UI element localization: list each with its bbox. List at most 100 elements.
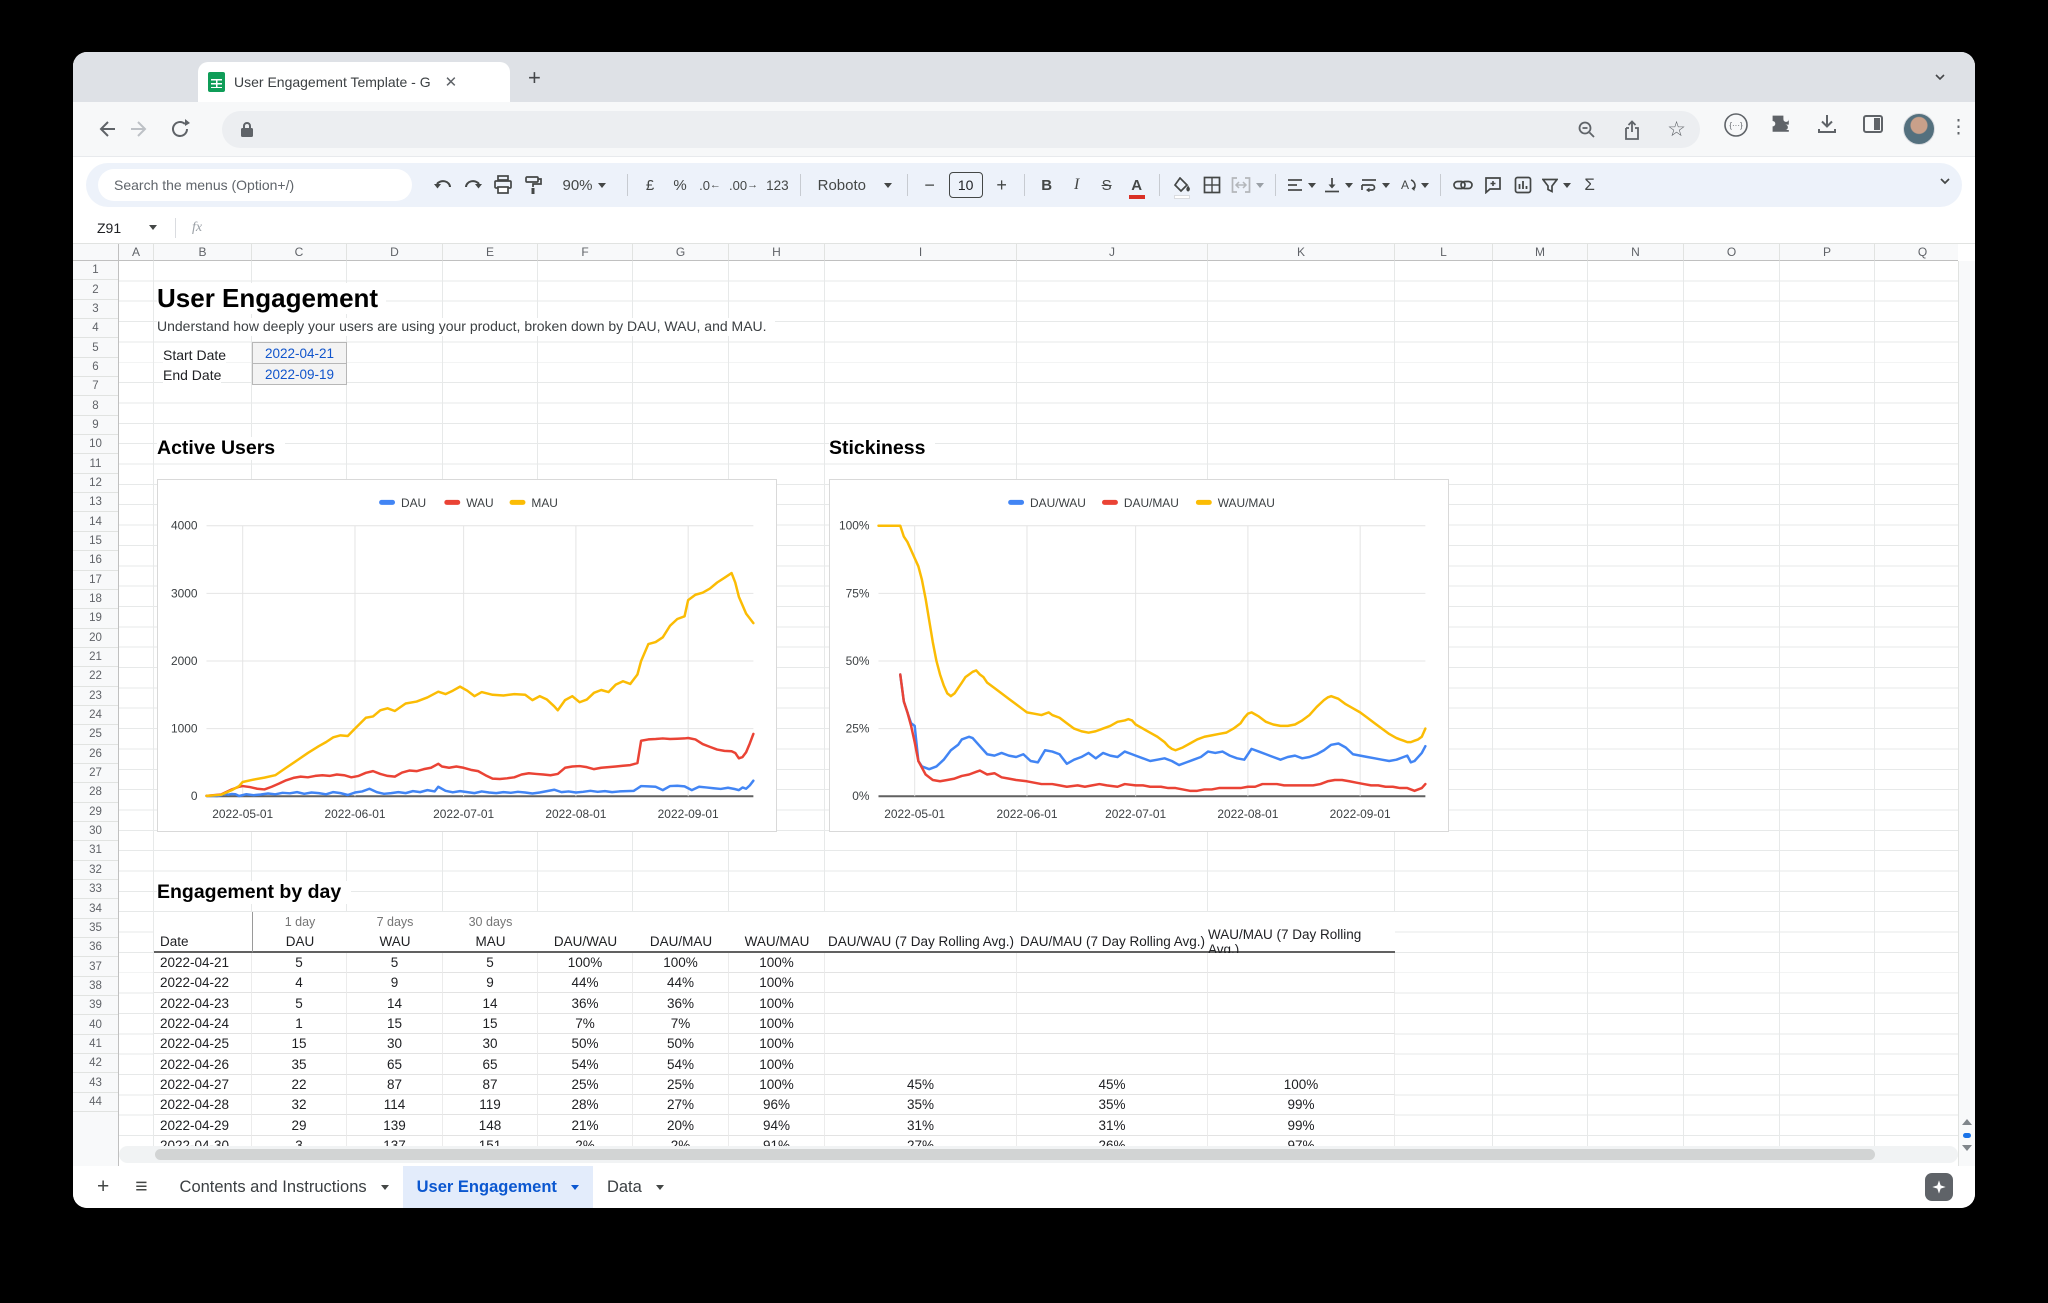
table-cell[interactable]: 65	[347, 1054, 443, 1074]
column-header[interactable]: L	[1395, 244, 1493, 261]
table-cell[interactable]: 100%	[1208, 1075, 1395, 1095]
table-cell[interactable]: 139	[347, 1115, 443, 1135]
column-header[interactable]: I	[825, 244, 1017, 261]
table-cell[interactable]: 15	[252, 1034, 347, 1054]
table-cell[interactable]: 5	[347, 953, 443, 973]
functions-button[interactable]: Σ	[1575, 169, 1605, 201]
sheet-tab-data[interactable]: Data	[593, 1166, 678, 1208]
table-cell[interactable]: 87	[443, 1075, 538, 1095]
row-header[interactable]: 29	[73, 803, 118, 822]
table-cell[interactable]	[1017, 973, 1208, 993]
row-header[interactable]: 26	[73, 745, 118, 764]
table-cell[interactable]	[1017, 1014, 1208, 1034]
row-header[interactable]: 44	[73, 1093, 118, 1112]
row-header[interactable]: 2	[73, 280, 118, 299]
table-cell[interactable]: 2022-04-28	[154, 1095, 252, 1115]
new-tab-button[interactable]: +	[528, 68, 541, 88]
column-header[interactable]: M	[1493, 244, 1588, 261]
row-header[interactable]: 40	[73, 1015, 118, 1034]
borders-button[interactable]	[1197, 169, 1227, 201]
toolbar-collapse-chevron-icon[interactable]	[1937, 173, 1953, 189]
row-header[interactable]: 12	[73, 474, 118, 493]
row-header[interactable]: 10	[73, 435, 118, 454]
row-header[interactable]: 8	[73, 396, 118, 415]
row-header[interactable]: 4	[73, 319, 118, 338]
extensions-puzzle-icon[interactable]	[1769, 112, 1793, 136]
formula-input[interactable]	[202, 212, 1975, 243]
devtools-code-icon[interactable]: {···}	[1723, 112, 1749, 138]
table-cell[interactable]	[825, 993, 1017, 1013]
horizontal-align-button[interactable]	[1283, 169, 1320, 201]
row-header[interactable]: 33	[73, 880, 118, 899]
table-cell[interactable]	[1208, 953, 1395, 973]
font-size-input[interactable]: 10	[945, 169, 987, 201]
download-icon[interactable]	[1815, 112, 1839, 136]
table-cell[interactable]: 100%	[633, 953, 729, 973]
table-cell[interactable]: 32	[252, 1095, 347, 1115]
row-header[interactable]: 27	[73, 764, 118, 783]
table-header-cell[interactable]: 30 days	[443, 912, 538, 932]
column-header[interactable]: C	[252, 244, 347, 261]
row-header[interactable]: 31	[73, 841, 118, 860]
table-cell[interactable]: 100%	[729, 973, 825, 993]
column-header[interactable]: G	[633, 244, 729, 261]
table-cell[interactable]: 25%	[633, 1075, 729, 1095]
table-cell[interactable]	[1017, 1034, 1208, 1054]
table-cell[interactable]: 2022-04-26	[154, 1054, 252, 1074]
table-header-cell[interactable]	[825, 912, 1017, 932]
table-header-cell[interactable]: WAU/MAU	[729, 932, 825, 952]
active-users-chart[interactable]: 010002000300040002022-05-012022-06-01202…	[157, 479, 777, 832]
table-cell[interactable]: 45%	[1017, 1075, 1208, 1095]
table-header-cell[interactable]: 1 day	[252, 912, 347, 932]
row-header[interactable]: 43	[73, 1073, 118, 1092]
increase-decimals-button[interactable]: .00→	[725, 169, 762, 201]
table-header-cell[interactable]: Date	[154, 932, 252, 952]
back-icon[interactable]	[95, 118, 117, 140]
row-header[interactable]: 32	[73, 861, 118, 880]
select-all-corner[interactable]	[73, 244, 119, 261]
text-rotation-button[interactable]: A	[1394, 169, 1433, 201]
row-header[interactable]: 6	[73, 358, 118, 377]
table-header-cell[interactable]: DAU/MAU	[633, 932, 729, 952]
table-header-cell[interactable]	[633, 912, 729, 932]
table-cell[interactable]	[1208, 1054, 1395, 1074]
table-cell[interactable]: 15	[347, 1014, 443, 1034]
table-cell[interactable]	[1208, 993, 1395, 1013]
table-cell[interactable]	[1208, 1014, 1395, 1034]
decrease-decimals-button[interactable]: .0←	[695, 169, 725, 201]
vertical-scrollbar-thumb[interactable]	[1963, 1133, 1971, 1138]
text-color-button[interactable]: A	[1122, 169, 1152, 201]
column-header[interactable]: Q	[1875, 244, 1958, 261]
undo-button[interactable]	[428, 169, 458, 201]
browser-tab[interactable]: User Engagement Template - G ✕	[198, 62, 510, 102]
column-header[interactable]: H	[729, 244, 825, 261]
table-cell[interactable]: 25%	[538, 1075, 633, 1095]
table-cell[interactable]	[1017, 993, 1208, 1013]
column-header[interactable]: N	[1588, 244, 1684, 261]
table-cell[interactable]	[1208, 1034, 1395, 1054]
sheet-tab-contents[interactable]: Contents and Instructions	[166, 1166, 403, 1208]
table-cell[interactable]: 35%	[1017, 1095, 1208, 1115]
scroll-down-arrow-icon[interactable]	[1962, 1145, 1972, 1151]
paint-format-button[interactable]	[518, 169, 548, 201]
insert-chart-button[interactable]	[1508, 169, 1538, 201]
column-header[interactable]: B	[154, 244, 252, 261]
table-cell[interactable]: 4	[252, 973, 347, 993]
table-header-cell[interactable]	[154, 912, 252, 932]
table-cell[interactable]: 21%	[538, 1115, 633, 1135]
stickiness-chart[interactable]: 0%25%50%75%100%2022-05-012022-06-012022-…	[829, 479, 1449, 832]
row-header[interactable]: 35	[73, 919, 118, 938]
table-cell[interactable]: 27%	[633, 1095, 729, 1115]
table-cell[interactable]	[1017, 953, 1208, 973]
table-cell[interactable]: 99%	[1208, 1115, 1395, 1135]
column-header[interactable]: K	[1208, 244, 1395, 261]
table-cell[interactable]: 36%	[538, 993, 633, 1013]
add-sheet-button[interactable]: +	[97, 1175, 109, 1199]
end-date-cell[interactable]: 2022-09-19	[253, 363, 346, 383]
redo-button[interactable]	[458, 169, 488, 201]
table-cell[interactable]: 5	[443, 953, 538, 973]
table-cell[interactable]: 14	[347, 993, 443, 1013]
increase-font-size-button[interactable]: +	[987, 169, 1017, 201]
profile-avatar[interactable]	[1903, 113, 1935, 145]
row-header[interactable]: 18	[73, 590, 118, 609]
